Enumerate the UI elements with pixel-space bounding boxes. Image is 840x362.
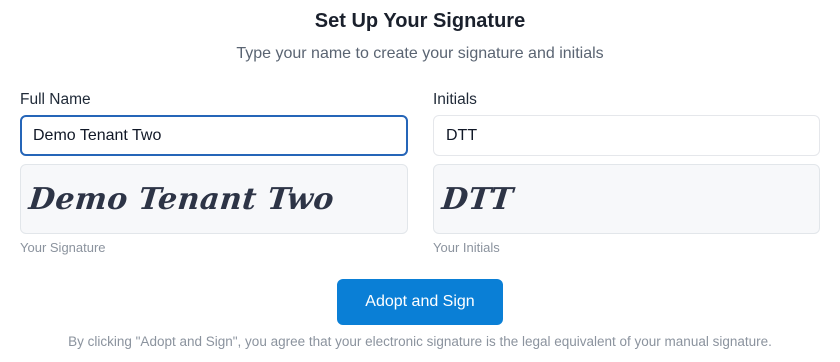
- initials-caption: Your Initials: [433, 240, 500, 255]
- page-title: Set Up Your Signature: [314, 10, 526, 32]
- full-name-input[interactable]: [20, 115, 408, 156]
- signature-caption: Your Signature: [20, 240, 106, 255]
- page-subtitle: Type your name to create your signature …: [236, 45, 604, 62]
- full-name-label: Full Name: [20, 91, 91, 108]
- initials-preview: DTT: [433, 164, 820, 234]
- initials-preview-text: DTT: [440, 181, 515, 217]
- signature-preview-text: Demo Tenant Two: [27, 181, 336, 217]
- legal-disclaimer: By clicking "Adopt and Sign", you agree …: [68, 334, 772, 349]
- signature-preview: Demo Tenant Two: [20, 164, 408, 234]
- initials-input[interactable]: [433, 115, 820, 156]
- adopt-and-sign-button[interactable]: Adopt and Sign: [337, 279, 503, 325]
- full-name-section: Full Name Demo Tenant Two Your Signature: [20, 88, 408, 255]
- initials-label: Initials: [433, 91, 477, 108]
- initials-section: Initials DTT Your Initials: [433, 88, 820, 255]
